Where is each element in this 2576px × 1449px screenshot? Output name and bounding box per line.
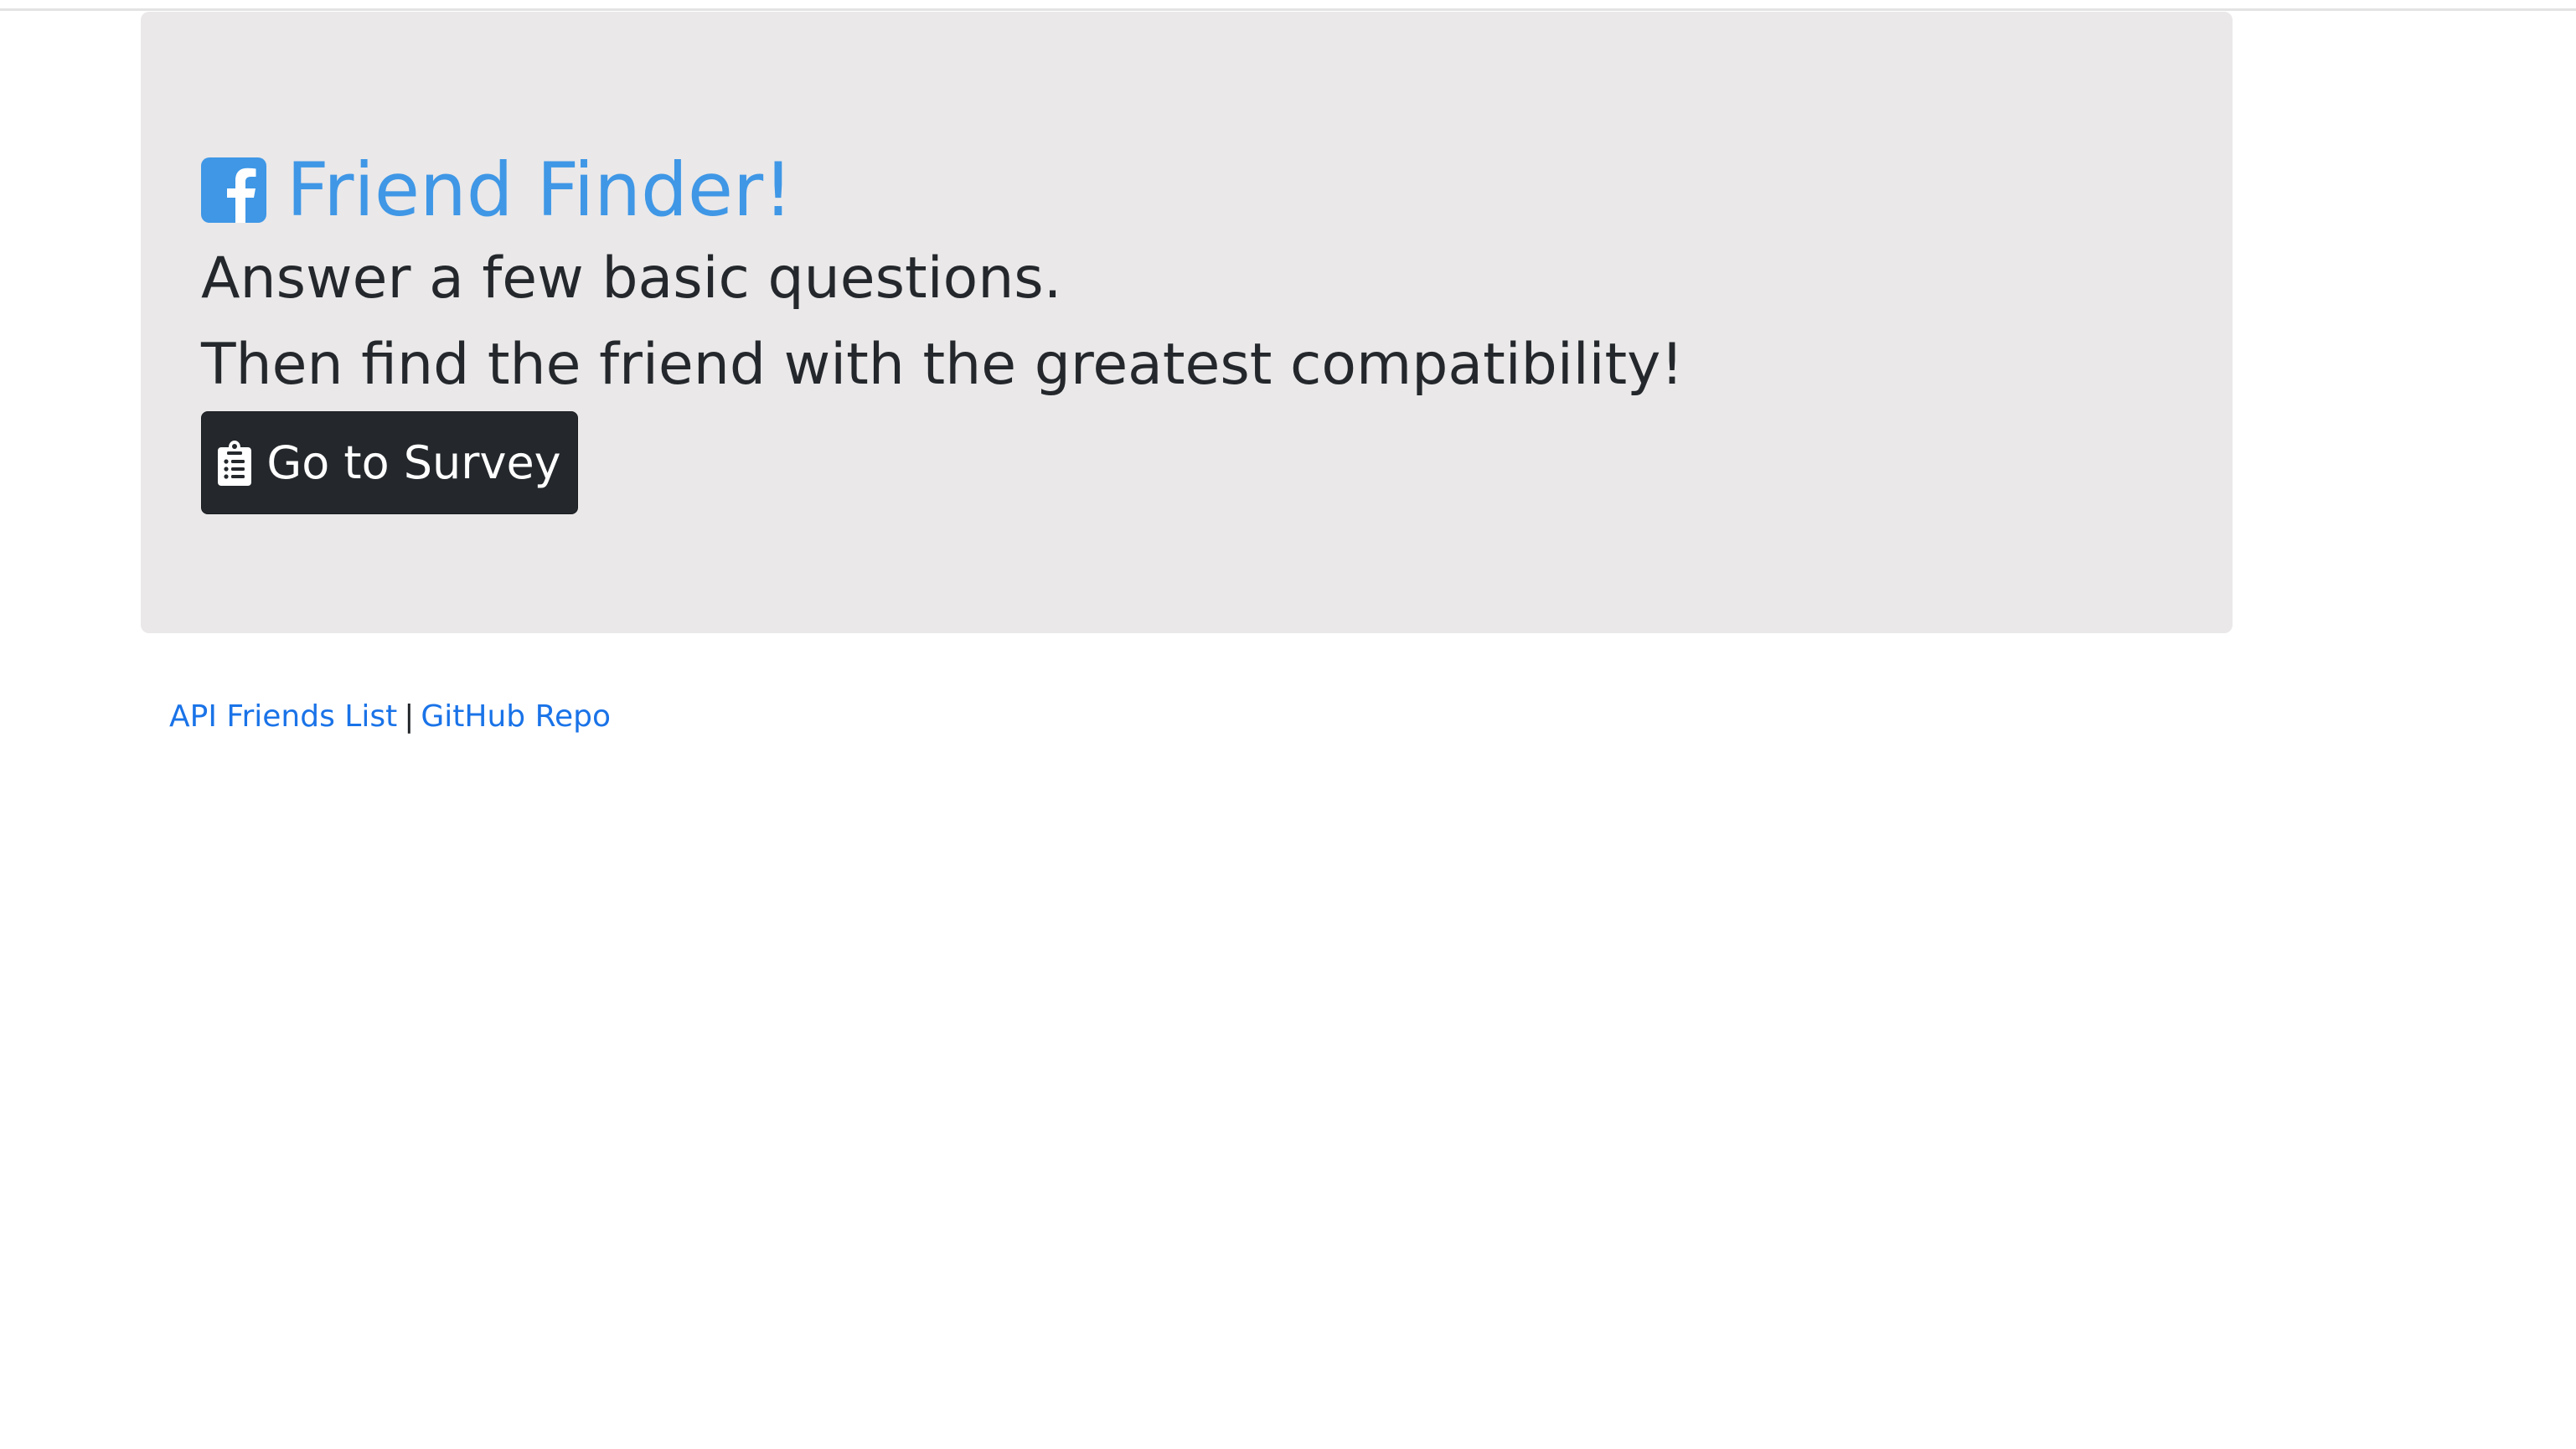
github-repo-link[interactable]: GitHub Repo: [421, 699, 611, 734]
lead-text-line-2: Then find the friend with the greatest c…: [201, 332, 1684, 398]
clipboard-list-icon: [218, 440, 252, 486]
lead-text-line-1: Answer a few basic questions.: [201, 245, 1062, 312]
go-to-survey-button[interactable]: Go to Survey: [201, 411, 578, 514]
facebook-square-icon: [201, 157, 266, 223]
jumbotron: Friend Finder! Answer a few basic questi…: [141, 12, 2233, 633]
top-border-line: [0, 8, 2576, 11]
page-title-row: Friend Finder!: [201, 144, 792, 236]
footer-separator: |: [404, 699, 415, 734]
go-to-survey-label: Go to Survey: [266, 436, 561, 489]
footer-links: API Friends List | GitHub Repo: [169, 702, 611, 732]
api-friends-list-link[interactable]: API Friends List: [169, 699, 397, 734]
page-title: Friend Finder!: [287, 147, 793, 233]
